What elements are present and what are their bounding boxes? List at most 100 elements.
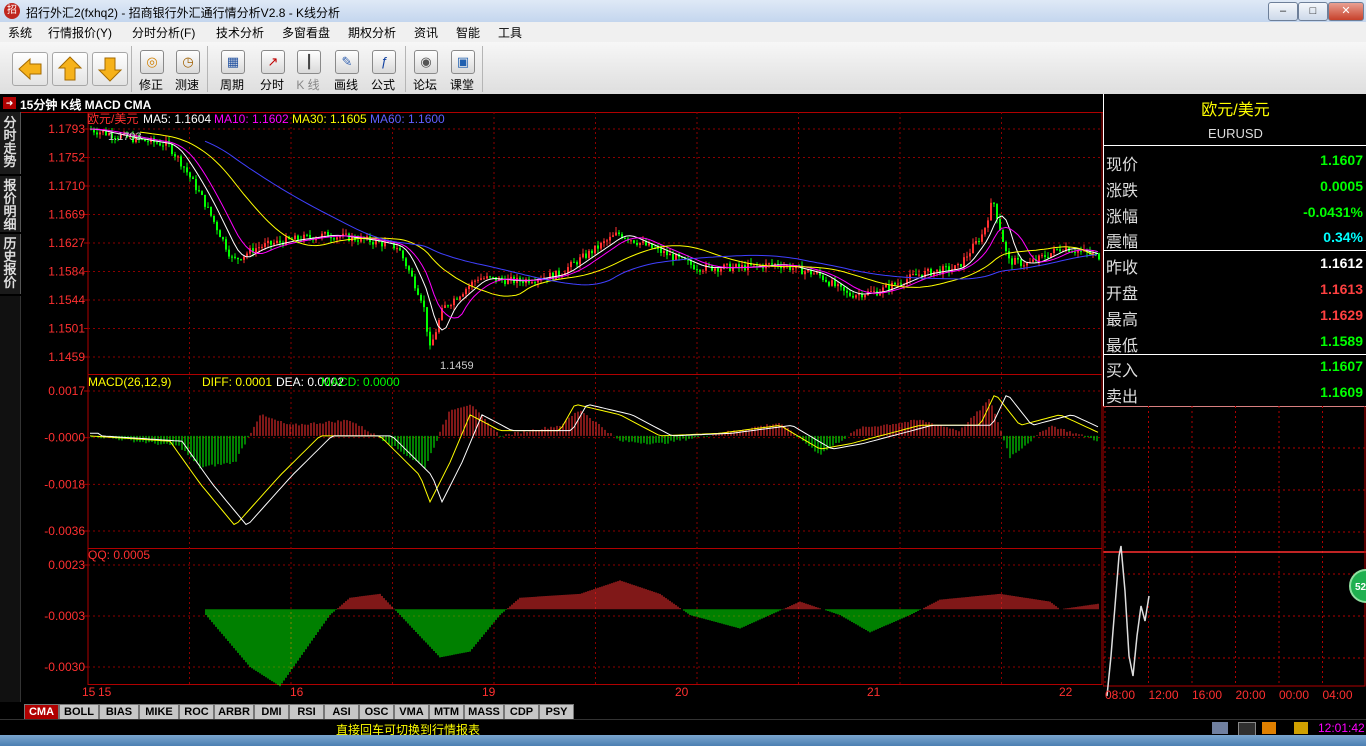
- ma30-legend: MA30: 1.1605: [292, 112, 367, 126]
- draw-line-button[interactable]: ✎ 画线: [328, 48, 364, 92]
- clock-time: 12:01:42: [1318, 721, 1365, 735]
- menu-tools[interactable]: 工具: [498, 24, 522, 41]
- down-button[interactable]: [92, 52, 128, 86]
- correct-icon: ◎: [140, 50, 164, 74]
- forum-icon: ◉: [414, 50, 438, 74]
- up-button[interactable]: [52, 52, 88, 86]
- menu-quotes[interactable]: 行情报价(Y): [48, 24, 112, 41]
- price-y-tick: 1.1752: [48, 151, 85, 165]
- x-axis-label: 15: [98, 685, 112, 699]
- x-axis-label: 22: [1059, 685, 1073, 699]
- indicator-tab-arbr[interactable]: ARBR: [214, 704, 254, 720]
- kline-chart[interactable]: 欧元/美元 MA5: 1.1604 MA10: 1.1602 MA30: 1.1…: [20, 112, 1103, 702]
- quote-label: 卖出: [1106, 389, 1139, 407]
- quote-label: 涨跌: [1106, 182, 1139, 200]
- line-chart-icon: ↗: [261, 50, 285, 74]
- quote-panel: 欧元/美元 EURUSD 现价 1.1607 涨跌 0.0005 涨幅 -0.0431% 震…: [1103, 94, 1366, 407]
- app-logo-icon: 招: [4, 3, 20, 19]
- mini-x-label: 00:00: [1279, 688, 1309, 702]
- menu-options[interactable]: 期权分析: [348, 24, 396, 41]
- indicator-tab-boll[interactable]: BOLL: [59, 704, 99, 720]
- message-icon[interactable]: [1294, 722, 1308, 734]
- indicator-tab-mtm[interactable]: MTM: [429, 704, 464, 720]
- x-axis-label: 21: [867, 685, 881, 699]
- macd-y-tick: -0.0018: [44, 477, 85, 491]
- indicator-tab-bias[interactable]: BIAS: [99, 704, 139, 720]
- status-bar: 直接回车可切换到行情报表 12:01:42: [0, 719, 1366, 737]
- indicator-tab-mike[interactable]: MIKE: [139, 704, 179, 720]
- quote-value: 1.1629: [1320, 306, 1363, 323]
- note-icon[interactable]: [1262, 722, 1276, 734]
- x-axis-label: 20: [675, 685, 689, 699]
- title-bar: 招 招行外汇2(fxhq2) - 招商银行外汇通行情分析V2.8 - K线分析 …: [0, 0, 1366, 23]
- kline-button[interactable]: ┃ K 线: [290, 48, 326, 92]
- formula-icon: ƒ: [372, 50, 396, 74]
- quote-value: 1.1612: [1320, 255, 1363, 272]
- speed-test-button[interactable]: ◷ 测速: [169, 48, 205, 92]
- formula-button[interactable]: ƒ 公式: [365, 48, 401, 92]
- candlestick-icon: ┃: [297, 50, 321, 74]
- classroom-button[interactable]: ▣ 课堂: [444, 48, 480, 92]
- macd-diff-legend: DIFF: 0.0001: [202, 375, 272, 389]
- chart-period-label: 15分钟 K线 MACD CMA: [20, 98, 152, 112]
- price-y-tick: 1.1710: [48, 179, 85, 193]
- indicator-tab-cma[interactable]: CMA: [24, 704, 59, 720]
- indicator-tab-asi[interactable]: ASI: [324, 704, 359, 720]
- period-button[interactable]: ▦ 周期: [214, 48, 250, 92]
- correct-button[interactable]: ◎ 修正: [133, 48, 169, 92]
- mini-intraday-chart[interactable]: 08:00 12:00 16:00 20:00 00:00 04:00 52: [1103, 406, 1366, 702]
- price-y-tick: 1.1793: [48, 122, 85, 136]
- quote-label: 开盘: [1106, 286, 1139, 303]
- indicator-tab-rsi[interactable]: RSI: [289, 704, 324, 720]
- price-y-tick: 1.1584: [48, 265, 85, 279]
- menu-timeshare[interactable]: 分时分析(F): [132, 24, 195, 41]
- quote-row: 最高 1.1629: [1104, 302, 1366, 329]
- indicator-tab-psy[interactable]: PSY: [539, 704, 574, 720]
- side-tab-tick-detail[interactable]: 报价明细: [0, 176, 21, 232]
- calculator-icon[interactable]: [1238, 722, 1256, 736]
- quote-label: 震幅: [1106, 234, 1139, 252]
- timeshare-button[interactable]: ↗ 分时: [254, 48, 290, 92]
- high-price-marker: 1.1793: [108, 131, 142, 143]
- badge-count: 52: [1355, 582, 1366, 593]
- minimize-button[interactable]: –: [1268, 2, 1298, 21]
- indicator-tab-cdp[interactable]: CDP: [504, 704, 539, 720]
- indicator-tab-vma[interactable]: VMA: [394, 704, 429, 720]
- indicator-tab-mass[interactable]: MASS: [464, 704, 504, 720]
- quote-label: 昨收: [1106, 260, 1139, 278]
- menu-technical[interactable]: 技术分析: [216, 24, 264, 41]
- indicator-tab-osc[interactable]: OSC: [359, 704, 394, 720]
- quote-row: 震幅 0.34%: [1104, 224, 1366, 252]
- quote-value: 0.34%: [1323, 229, 1363, 246]
- indicator-tab-roc[interactable]: ROC: [179, 704, 214, 720]
- mini-x-label: 20:00: [1236, 688, 1266, 702]
- macd-y-tick: -0.0036: [44, 524, 85, 538]
- x-axis-label: 16: [290, 685, 304, 699]
- network-icon[interactable]: [1212, 722, 1228, 734]
- toolbar: ◎ 修正 ◷ 测速 ▦ 周期 ↗ 分时 ┃ K 线 ✎ 画线 ƒ 公式 ◉ 论坛 ▣ 课堂: [0, 42, 1366, 95]
- chart-header: ➜ 15分钟 K线 MACD CMA: [0, 94, 1103, 113]
- indicator-tab-dmi[interactable]: DMI: [254, 704, 289, 720]
- qq-series: [205, 580, 1099, 687]
- mini-x-axis-labels: 08:00 12:00 16:00 20:00 00:00 04:00: [1105, 688, 1353, 702]
- quote-label: 现价: [1106, 157, 1139, 174]
- menu-multi-window[interactable]: 多窗看盘: [282, 24, 330, 41]
- mini-x-label: 12:00: [1149, 688, 1179, 702]
- menu-news[interactable]: 资讯: [414, 24, 438, 41]
- menu-system[interactable]: 系统: [8, 24, 32, 41]
- side-tab-history[interactable]: 历史报价: [0, 234, 21, 294]
- menu-smart[interactable]: 智能: [456, 24, 480, 41]
- mini-x-label: 08:00: [1105, 688, 1135, 702]
- forum-button[interactable]: ◉ 论坛: [407, 48, 443, 92]
- macd-value-legend: MACD: 0.0000: [321, 375, 400, 389]
- back-button[interactable]: [12, 52, 48, 86]
- close-button[interactable]: ✕: [1328, 2, 1364, 21]
- arrow-down-icon: [97, 57, 123, 82]
- x-axis-label: 19: [482, 685, 496, 699]
- quote-label: 买入: [1106, 363, 1139, 381]
- classroom-icon: ▣: [451, 50, 475, 74]
- quote-value: 1.1613: [1320, 281, 1363, 297]
- side-tab-timeshare[interactable]: 分时走势: [0, 112, 21, 174]
- maximize-button[interactable]: □: [1298, 2, 1328, 21]
- chart-menu-icon[interactable]: ➜: [3, 97, 16, 109]
